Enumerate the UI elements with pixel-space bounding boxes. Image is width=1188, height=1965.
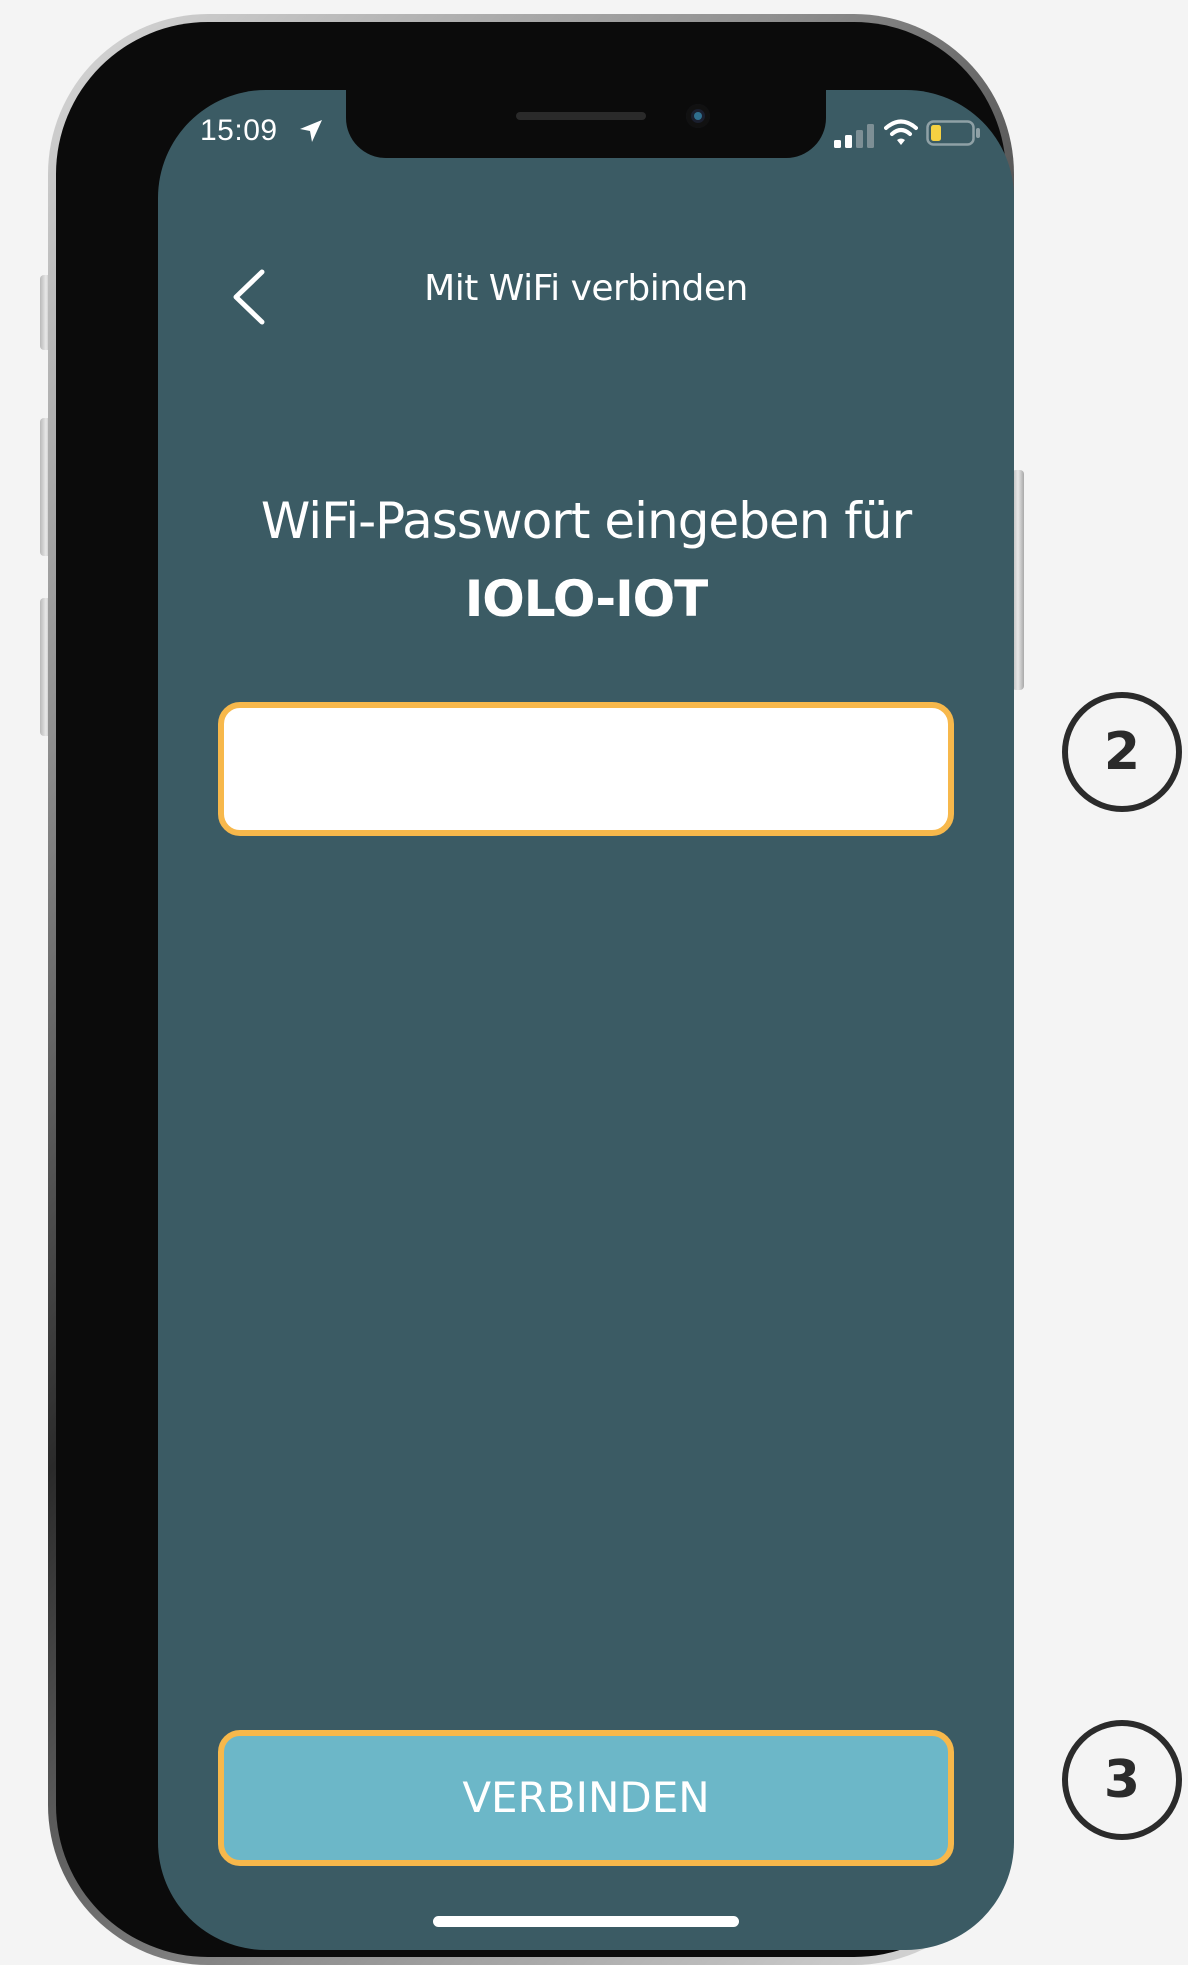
app-screen: 15:09 Mit WiFi verbinden WiFi-Passwort e… bbox=[158, 90, 1014, 1950]
home-indicator[interactable] bbox=[433, 1916, 739, 1927]
connect-button[interactable]: VERBINDEN bbox=[218, 1730, 954, 1866]
password-prompt: WiFi-Passwort eingeben für IOLO-IOT bbox=[158, 482, 1014, 638]
step-badge-password: 2 bbox=[1062, 692, 1182, 812]
phone-frame: 15:09 Mit WiFi verbinden WiFi-Passwort e… bbox=[48, 14, 1014, 1965]
step-badge-connect: 3 bbox=[1062, 1720, 1182, 1840]
display-notch bbox=[346, 90, 826, 158]
location-arrow-icon bbox=[300, 120, 322, 142]
status-time: 15:09 bbox=[200, 114, 278, 147]
prompt-text: WiFi-Passwort eingeben für bbox=[260, 492, 912, 550]
cellular-signal-icon bbox=[834, 124, 874, 148]
wifi-password-input[interactable] bbox=[218, 702, 954, 836]
phone-bezel: 15:09 Mit WiFi verbinden WiFi-Passwort e… bbox=[56, 22, 1014, 1957]
page: 15:09 Mit WiFi verbinden WiFi-Passwort e… bbox=[0, 0, 1188, 1965]
page-title: Mit WiFi verbinden bbox=[424, 268, 748, 309]
earpiece-speaker bbox=[516, 112, 646, 120]
wifi-icon bbox=[884, 119, 918, 145]
network-ssid: IOLO-IOT bbox=[464, 570, 709, 628]
battery-low-icon bbox=[926, 120, 980, 146]
front-camera bbox=[686, 104, 710, 128]
